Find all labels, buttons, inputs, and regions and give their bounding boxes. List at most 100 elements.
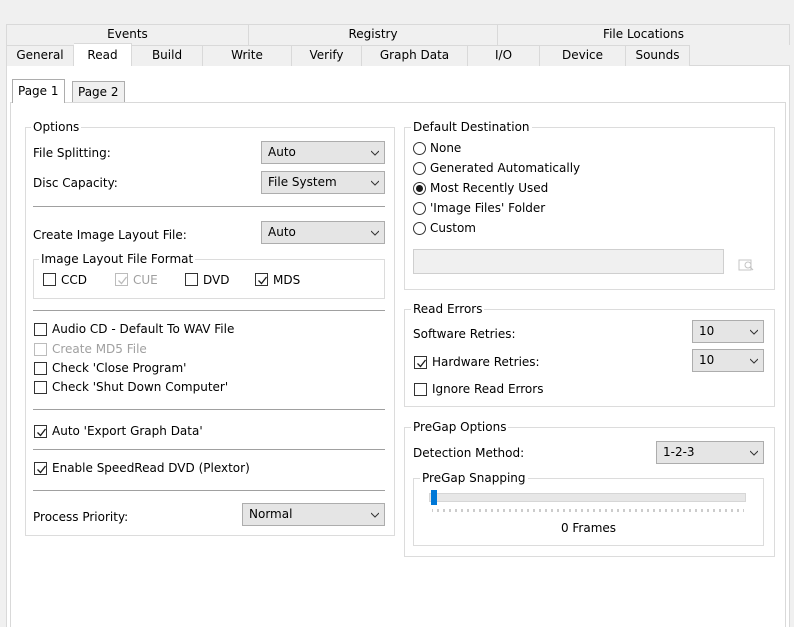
- divider: [33, 490, 385, 491]
- mds-checkbox[interactable]: [255, 273, 268, 286]
- chevron-down-icon: [371, 230, 379, 236]
- pregap-snapping-title: PreGap Snapping: [420, 471, 528, 485]
- pregap-snapping-slider[interactable]: [431, 490, 437, 505]
- cue-label: CUE: [133, 273, 158, 287]
- cue-checkbox[interactable]: [115, 273, 128, 286]
- process-priority-value: Normal: [249, 507, 293, 521]
- software-retries-label: Software Retries:: [413, 327, 516, 341]
- software-retries-value: 10: [699, 324, 715, 338]
- read-errors-title: Read Errors: [411, 302, 485, 316]
- create-layout-label: Create Image Layout File:: [33, 228, 187, 242]
- check-close-program-label: Check 'Close Program': [52, 361, 187, 375]
- chevron-down-icon: [750, 358, 758, 364]
- hardware-retries-label: Hardware Retries:: [432, 355, 540, 369]
- ignore-read-errors-label: Ignore Read Errors: [432, 382, 544, 396]
- tab-device[interactable]: Device: [540, 45, 626, 66]
- slider-ticks: [432, 509, 744, 512]
- ccd-checkbox[interactable]: [43, 273, 56, 286]
- process-priority-select[interactable]: Normal: [242, 503, 385, 526]
- divider: [33, 310, 385, 311]
- dest-image-folder-label: 'Image Files' Folder: [430, 201, 546, 215]
- tab-row-2: General Read Build Write Verify Graph Da…: [6, 43, 790, 66]
- dest-recent-label: Most Recently Used: [430, 181, 549, 195]
- dest-none-label: None: [430, 141, 462, 155]
- tab-sounds[interactable]: Sounds: [626, 45, 690, 66]
- divider: [33, 449, 385, 450]
- pregap-snapping-value: 0 Frames: [560, 521, 617, 535]
- dest-custom-radio[interactable]: [413, 222, 426, 235]
- tab-verify[interactable]: Verify: [292, 45, 362, 66]
- dvd-checkbox[interactable]: [185, 273, 198, 286]
- auto-export-graph-checkbox[interactable]: [34, 425, 47, 438]
- tab-file-locations[interactable]: File Locations: [498, 24, 790, 45]
- subtab-page-2[interactable]: Page 2: [72, 81, 125, 102]
- dest-generated-label: Generated Automatically: [430, 161, 581, 175]
- checkmark-icon: [118, 276, 128, 285]
- dest-custom-label: Custom: [430, 221, 476, 235]
- create-layout-select[interactable]: Auto: [261, 221, 385, 244]
- create-md5-label: Create MD5 File: [52, 342, 147, 356]
- chevron-down-icon: [750, 329, 758, 335]
- options-group-title: Options: [31, 120, 82, 134]
- checkmark-icon: [258, 276, 268, 285]
- create-md5-checkbox[interactable]: [34, 343, 47, 356]
- chevron-down-icon: [371, 180, 379, 186]
- tab-write[interactable]: Write: [203, 45, 292, 66]
- subtab-page-1[interactable]: Page 1: [12, 79, 65, 103]
- divider: [33, 206, 385, 207]
- disc-capacity-label: Disc Capacity:: [33, 176, 118, 190]
- dvd-label: DVD: [203, 273, 230, 287]
- software-retries-select[interactable]: 10: [692, 320, 764, 343]
- browse-folder-icon[interactable]: [737, 255, 755, 273]
- checkmark-icon: [37, 465, 47, 474]
- speedread-checkbox[interactable]: [34, 462, 47, 475]
- audio-cd-label: Audio CD - Default To WAV File: [52, 322, 235, 336]
- tab-row-1: Events Registry File Locations: [6, 24, 790, 45]
- tab-registry[interactable]: Registry: [249, 24, 498, 45]
- ignore-read-errors-checkbox[interactable]: [414, 383, 427, 396]
- tab-general[interactable]: General: [6, 45, 74, 66]
- tab-events[interactable]: Events: [6, 24, 249, 45]
- tab-read[interactable]: Read: [74, 43, 132, 66]
- divider: [33, 409, 385, 410]
- disc-capacity-select[interactable]: File System: [261, 171, 385, 194]
- custom-path-input[interactable]: [413, 249, 724, 274]
- file-splitting-value: Auto: [268, 145, 296, 159]
- pregap-snapping-track: [429, 493, 746, 502]
- check-close-program-checkbox[interactable]: [34, 362, 47, 375]
- detection-method-value: 1-2-3: [663, 445, 695, 459]
- file-splitting-select[interactable]: Auto: [261, 141, 385, 164]
- layout-format-title: Image Layout File Format: [39, 252, 196, 266]
- tab-io[interactable]: I/O: [468, 45, 540, 66]
- hardware-retries-value: 10: [699, 353, 715, 367]
- check-shutdown-label: Check 'Shut Down Computer': [52, 380, 229, 394]
- chevron-down-icon: [750, 450, 758, 456]
- detection-method-label: Detection Method:: [413, 446, 525, 460]
- default-destination-title: Default Destination: [411, 120, 532, 134]
- check-shutdown-checkbox[interactable]: [34, 381, 47, 394]
- chevron-down-icon: [371, 150, 379, 156]
- file-splitting-label: File Splitting:: [33, 146, 111, 160]
- ccd-label: CCD: [61, 273, 87, 287]
- mds-label: MDS: [273, 273, 301, 287]
- tab-build[interactable]: Build: [132, 45, 203, 66]
- checkmark-icon: [417, 359, 427, 368]
- tab-graph-data[interactable]: Graph Data: [362, 45, 468, 66]
- hardware-retries-select[interactable]: 10: [692, 349, 764, 372]
- dest-generated-radio[interactable]: [413, 162, 426, 175]
- speedread-label: Enable SpeedRead DVD (Plextor): [52, 461, 250, 475]
- pregap-options-title: PreGap Options: [411, 420, 509, 434]
- disc-capacity-value: File System: [268, 175, 337, 189]
- detection-method-select[interactable]: 1-2-3: [656, 441, 764, 464]
- checkmark-icon: [37, 428, 47, 437]
- process-priority-label: Process Priority:: [33, 510, 129, 524]
- hardware-retries-checkbox[interactable]: [414, 356, 427, 369]
- create-layout-value: Auto: [268, 225, 296, 239]
- dest-image-folder-radio[interactable]: [413, 202, 426, 215]
- radio-selected-dot: [416, 185, 423, 192]
- chevron-down-icon: [371, 512, 379, 518]
- auto-export-graph-label: Auto 'Export Graph Data': [52, 424, 203, 438]
- audio-cd-checkbox[interactable]: [34, 323, 47, 336]
- dest-recent-radio[interactable]: [413, 182, 426, 195]
- dest-none-radio[interactable]: [413, 142, 426, 155]
